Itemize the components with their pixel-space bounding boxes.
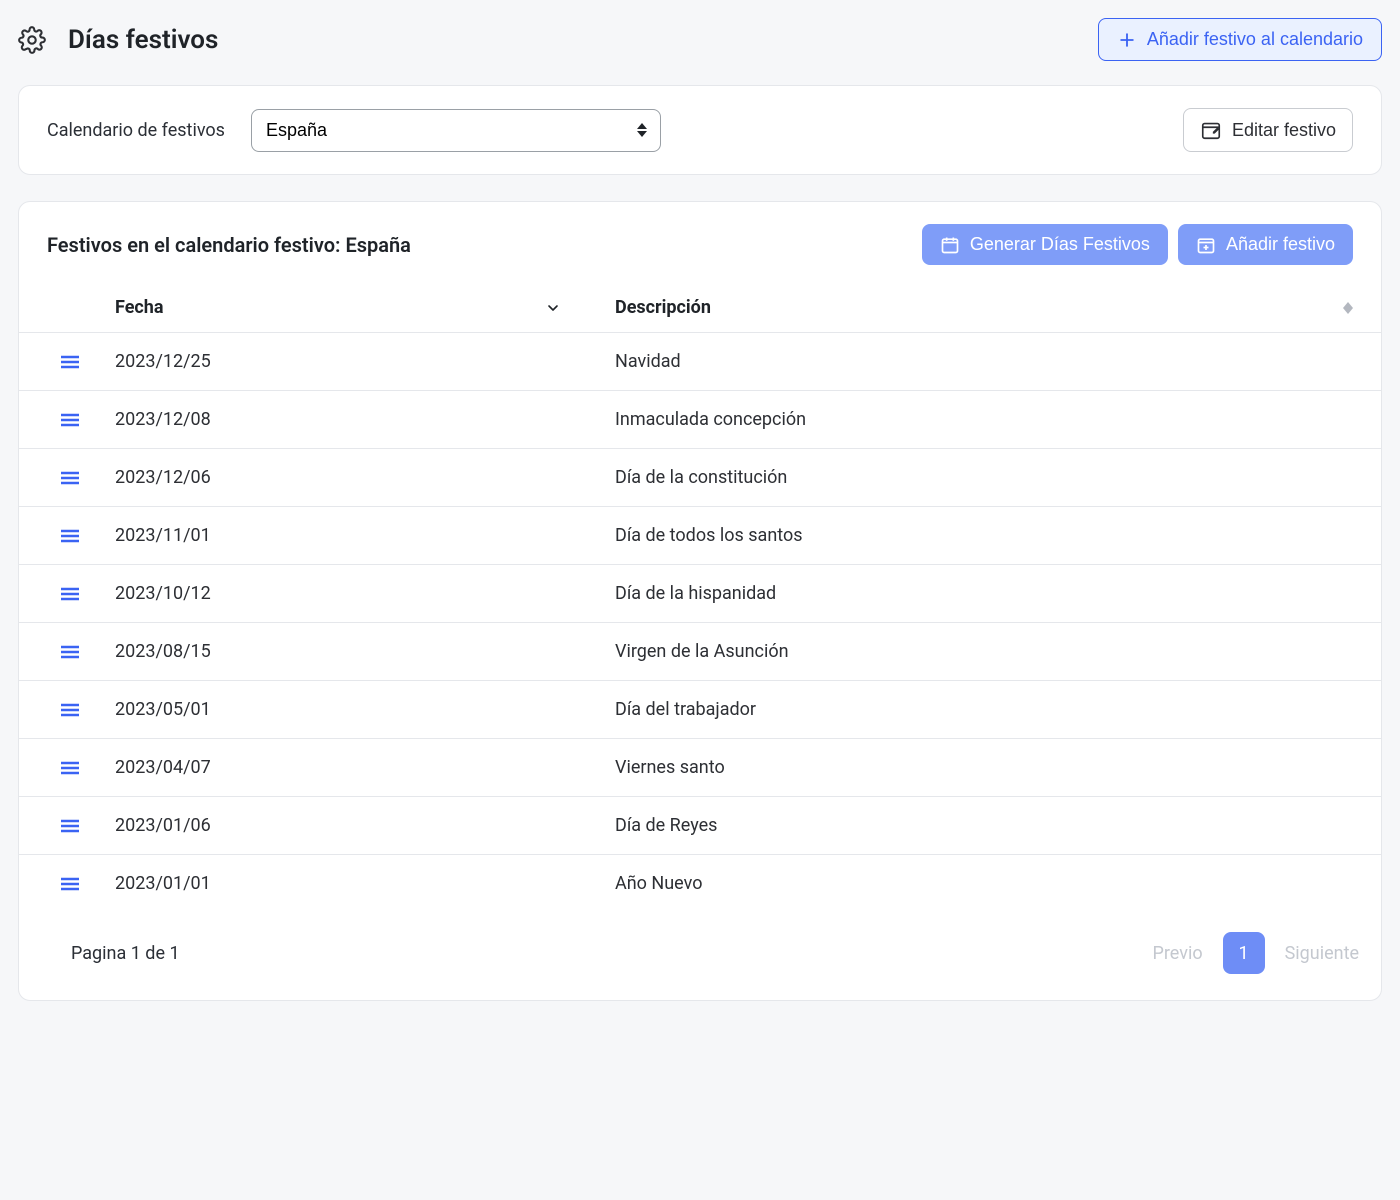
gear-icon (18, 26, 46, 54)
table-row[interactable]: 2023/05/01Día del trabajador (19, 681, 1381, 739)
cell-descripcion: Virgen de la Asunción (615, 623, 1381, 681)
button-label: Editar festivo (1232, 120, 1336, 141)
holidays-table-card: Festivos en el calendario festivo: Españ… (18, 201, 1382, 1001)
calendar-select-wrap (251, 109, 661, 152)
pager-prev[interactable]: Previo (1153, 943, 1203, 964)
cell-fecha: 2023/01/01 (115, 855, 615, 913)
sort-icon (1343, 302, 1353, 314)
cell-descripcion: Día del trabajador (615, 681, 1381, 739)
table-row[interactable]: 2023/12/06Día de la constitución (19, 449, 1381, 507)
cell-descripcion: Día de Reyes (615, 797, 1381, 855)
pager-next[interactable]: Siguiente (1285, 943, 1359, 964)
calendar-selector-card: Calendario de festivos Editar festivo (18, 85, 1382, 175)
cell-fecha: 2023/05/01 (115, 681, 615, 739)
cell-fecha: 2023/04/07 (115, 739, 615, 797)
cell-fecha: 2023/12/25 (115, 333, 615, 391)
plus-icon (1117, 30, 1137, 50)
calendar-plus-icon (1196, 235, 1216, 255)
column-fecha[interactable]: Fecha (115, 283, 615, 333)
cell-fecha: 2023/12/06 (115, 449, 615, 507)
cell-descripcion: Día de la constitución (615, 449, 1381, 507)
cell-fecha: 2023/12/08 (115, 391, 615, 449)
selector-label: Calendario de festivos (47, 120, 225, 141)
cell-fecha: 2023/01/06 (115, 797, 615, 855)
column-drag (19, 283, 115, 333)
table-row[interactable]: 2023/12/25Navidad (19, 333, 1381, 391)
button-label: Generar Días Festivos (970, 234, 1150, 255)
cell-fecha: 2023/11/01 (115, 507, 615, 565)
table-actions: Generar Días Festivos Añadir festivo (922, 224, 1353, 265)
drag-handle-icon[interactable] (61, 412, 115, 428)
cell-descripcion: Día de la hispanidad (615, 565, 1381, 623)
drag-handle-icon[interactable] (61, 876, 115, 892)
cell-descripcion: Navidad (615, 333, 1381, 391)
button-label: Añadir festivo (1226, 234, 1335, 255)
cell-descripcion: Inmaculada concepción (615, 391, 1381, 449)
drag-handle-icon[interactable] (61, 586, 115, 602)
cell-descripcion: Año Nuevo (615, 855, 1381, 913)
table-row[interactable]: 2023/10/12Día de la hispanidad (19, 565, 1381, 623)
pager: Previo 1 Siguiente (1153, 932, 1359, 974)
column-label: Descripción (615, 297, 711, 318)
table-row[interactable]: 2023/12/08Inmaculada concepción (19, 391, 1381, 449)
chevron-down-icon (545, 300, 561, 316)
page-info: Pagina 1 de 1 (71, 943, 180, 964)
drag-handle-icon[interactable] (61, 470, 115, 486)
calendar-select[interactable] (251, 109, 661, 152)
column-descripcion[interactable]: Descripción (615, 283, 1381, 333)
table-row[interactable]: 2023/01/06Día de Reyes (19, 797, 1381, 855)
cell-descripcion: Día de todos los santos (615, 507, 1381, 565)
table-footer: Pagina 1 de 1 Previo 1 Siguiente (19, 912, 1381, 1000)
cell-fecha: 2023/10/12 (115, 565, 615, 623)
edit-calendar-icon (1200, 119, 1222, 141)
drag-handle-icon[interactable] (61, 760, 115, 776)
table-header: Festivos en el calendario festivo: Españ… (19, 202, 1381, 283)
table-row[interactable]: 2023/08/15Virgen de la Asunción (19, 623, 1381, 681)
holidays-table: Fecha Descripción (19, 283, 1381, 912)
table-row[interactable]: 2023/11/01Día de todos los santos (19, 507, 1381, 565)
page-header: Días festivos Añadir festivo al calendar… (18, 18, 1382, 61)
pager-current[interactable]: 1 (1223, 932, 1265, 974)
drag-handle-icon[interactable] (61, 644, 115, 660)
page-title: Días festivos (68, 25, 218, 55)
table-header-row: Fecha Descripción (19, 283, 1381, 333)
calendar-icon (940, 235, 960, 255)
table-row[interactable]: 2023/01/01Año Nuevo (19, 855, 1381, 913)
drag-handle-icon[interactable] (61, 528, 115, 544)
drag-handle-icon[interactable] (61, 354, 115, 370)
selector-left: Calendario de festivos (47, 109, 661, 152)
edit-holiday-button[interactable]: Editar festivo (1183, 108, 1353, 152)
column-label: Fecha (115, 297, 164, 318)
drag-handle-icon[interactable] (61, 702, 115, 718)
cell-descripcion: Viernes santo (615, 739, 1381, 797)
generate-holidays-button[interactable]: Generar Días Festivos (922, 224, 1168, 265)
header-left: Días festivos (18, 25, 218, 55)
add-holiday-button[interactable]: Añadir festivo (1178, 224, 1353, 265)
table-row[interactable]: 2023/04/07Viernes santo (19, 739, 1381, 797)
cell-fecha: 2023/08/15 (115, 623, 615, 681)
add-holiday-to-calendar-button[interactable]: Añadir festivo al calendario (1098, 18, 1382, 61)
drag-handle-icon[interactable] (61, 818, 115, 834)
table-title: Festivos en el calendario festivo: Españ… (47, 233, 411, 257)
button-label: Añadir festivo al calendario (1147, 29, 1363, 50)
